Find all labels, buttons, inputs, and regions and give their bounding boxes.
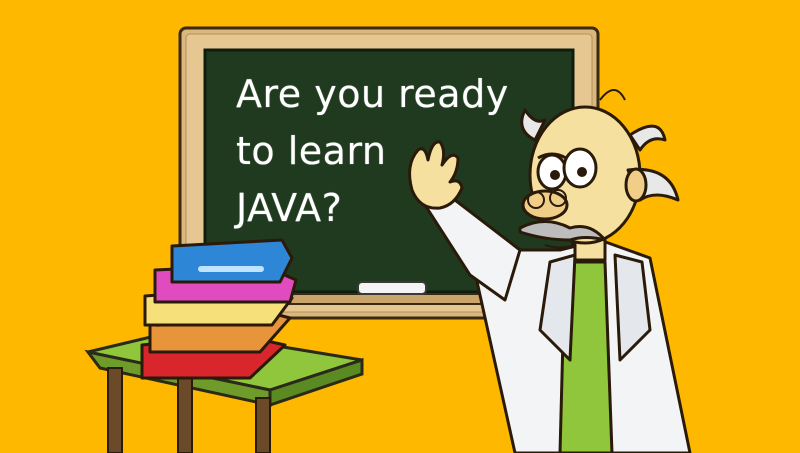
chalkboard-line-3: JAVA? (236, 186, 343, 230)
chalkboard-line-1: Are you ready (236, 72, 509, 116)
stack-of-books (140, 238, 298, 380)
chalkboard-message: Are you ready to learn JAVA? (236, 66, 536, 237)
chalk-piece (357, 281, 427, 295)
chalkboard-line-2: to learn (236, 129, 387, 173)
